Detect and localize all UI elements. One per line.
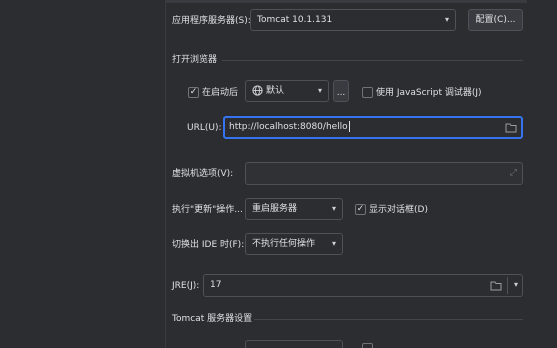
- app-server-value: Tomcat 10.1.131: [257, 15, 333, 25]
- folder-icon[interactable]: [490, 281, 502, 291]
- chevron-down-icon[interactable]: ▾: [514, 275, 518, 295]
- text-cursor: [348, 121, 350, 132]
- configure-button[interactable]: 配置(C)...: [468, 9, 523, 31]
- app-server-label: 应用程序服务器(S):: [172, 16, 251, 26]
- after-launch-checkbox[interactable]: ✓: [188, 87, 199, 98]
- frame-deactivation-label: 切换出 IDE 时(F):: [172, 240, 245, 250]
- on-update-value: 重启服务器: [252, 204, 298, 214]
- deploy-checkbox[interactable]: [362, 343, 373, 348]
- after-launch-label: 在启动后: [202, 88, 239, 98]
- section-separator: [222, 60, 523, 61]
- browser-more-button[interactable]: ...: [333, 80, 349, 102]
- js-debugger-checkbox[interactable]: [362, 87, 373, 98]
- run-configuration-panel: 应用程序服务器(S): Tomcat 10.1.131 ▾ 配置(C)... 打…: [0, 0, 557, 348]
- chevron-down-icon: ▾: [444, 15, 449, 24]
- show-dialog-checkbox[interactable]: ✓: [355, 204, 366, 215]
- on-update-combo[interactable]: 重启服务器 ▾: [245, 198, 343, 220]
- vm-options-input[interactable]: ⤢: [245, 162, 523, 185]
- vm-options-label: 虚拟机选项(V):: [172, 169, 234, 179]
- open-browser-section-title: 打开浏览器: [172, 55, 218, 65]
- chevron-down-icon: ▾: [331, 204, 336, 213]
- url-value: http://localhost:8080/hello: [229, 122, 348, 132]
- frame-deactivation-value: 不执行任何操作: [252, 239, 316, 249]
- combo-divider: [507, 277, 508, 294]
- pane-divider[interactable]: [165, 0, 166, 348]
- tomcat-settings-section-title: Tomcat 服务器设置: [172, 314, 253, 324]
- scrollbar-track[interactable]: [527, 0, 557, 348]
- url-input[interactable]: http://localhost:8080/hello: [223, 116, 523, 139]
- chevron-down-icon: ▾: [331, 239, 336, 248]
- top-edge: [166, 0, 527, 3]
- on-update-label: 执行"更新"操作...: [172, 205, 243, 215]
- js-debugger-label: 使用 JavaScript 调试器(J): [376, 88, 482, 98]
- browser-value: 默认: [266, 86, 285, 96]
- browser-combo[interactable]: 默认 ▾: [245, 80, 329, 102]
- jre-label: JRE(J):: [172, 281, 200, 291]
- globe-icon: [252, 85, 263, 96]
- show-dialog-label: 显示对话框(D): [369, 205, 428, 215]
- jre-combo[interactable]: 17 ▾: [203, 274, 523, 297]
- http-port-input[interactable]: [245, 340, 343, 348]
- section-separator: [254, 319, 523, 320]
- folder-icon[interactable]: [505, 123, 517, 133]
- app-server-combo[interactable]: Tomcat 10.1.131 ▾: [250, 9, 456, 31]
- chevron-down-icon: ▾: [317, 86, 322, 95]
- jre-value: 17: [210, 280, 222, 290]
- frame-deactivation-combo[interactable]: 不执行任何操作 ▾: [245, 233, 343, 255]
- left-pane: [0, 0, 165, 348]
- url-label: URL(U):: [187, 123, 222, 133]
- expand-icon[interactable]: ⤢: [510, 163, 517, 183]
